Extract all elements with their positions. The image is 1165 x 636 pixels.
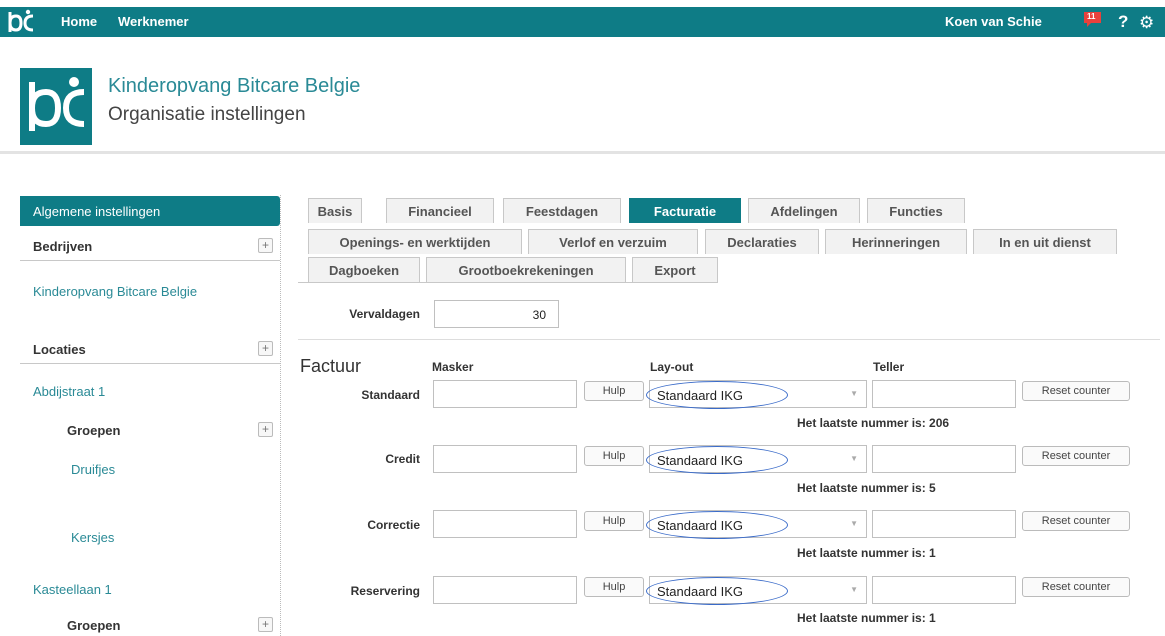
- notification-icon[interactable]: 11: [1083, 11, 1102, 29]
- row-label-standaard: Standaard: [361, 388, 420, 402]
- reset-counter-button[interactable]: Reset counter: [1022, 577, 1130, 597]
- sidebar-item-algemene-instellingen[interactable]: Algemene instellingen: [20, 196, 280, 226]
- tab-dagboeken[interactable]: Dagboeken: [308, 257, 420, 282]
- add-groep-button[interactable]: +: [258, 422, 273, 437]
- last-number-info-credit: Het laatste nummer is: 5: [797, 481, 936, 495]
- sidebar-item-druifjes[interactable]: Druifjes: [71, 462, 115, 477]
- sidebar-item-company[interactable]: Kinderopvang Bitcare Belgie: [33, 284, 197, 299]
- sidebar-divider: [280, 195, 281, 636]
- page-title: Organisatie instellingen: [108, 104, 306, 125]
- gear-icon[interactable]: ⚙: [1139, 13, 1154, 33]
- user-name-link[interactable]: Koen van Schie: [945, 14, 1042, 29]
- tab-afdelingen[interactable]: Afdelingen: [748, 198, 860, 223]
- header-divider: [0, 151, 1165, 154]
- chevron-down-icon: ▼: [850, 389, 858, 398]
- reset-counter-button[interactable]: Reset counter: [1022, 511, 1130, 531]
- add-groep-button[interactable]: +: [258, 617, 273, 632]
- sidebar-item-kersjes[interactable]: Kersjes: [71, 530, 114, 545]
- masker-input-credit[interactable]: [433, 445, 577, 473]
- teller-input-credit[interactable]: [872, 445, 1016, 473]
- tab-divider: [298, 282, 718, 283]
- row-label-reservering: Reservering: [350, 584, 420, 598]
- tab-export[interactable]: Export: [632, 257, 718, 282]
- top-navigation-bar: Home Werknemer Koen van Schie 11 ? ⚙: [0, 7, 1165, 37]
- tab-feestdagen[interactable]: Feestdagen: [503, 198, 621, 223]
- sidebar-section-locaties: Locaties: [20, 334, 280, 364]
- row-label-credit: Credit: [385, 452, 420, 466]
- hulp-button[interactable]: Hulp: [584, 577, 644, 597]
- column-header-teller: Teller: [873, 360, 905, 374]
- reset-counter-button[interactable]: Reset counter: [1022, 446, 1130, 466]
- chevron-down-icon: ▼: [850, 585, 858, 594]
- last-number-info-correctie: Het laatste nummer is: 1: [797, 546, 936, 560]
- help-icon[interactable]: ?: [1118, 12, 1128, 32]
- chevron-down-icon: ▼: [850, 519, 858, 528]
- column-header-layout: Lay-out: [650, 360, 694, 374]
- factuur-section-title: Factuur: [300, 356, 362, 376]
- reset-counter-button[interactable]: Reset counter: [1022, 381, 1130, 401]
- tab-basis[interactable]: Basis: [308, 198, 362, 223]
- tab-grootboekrekeningen[interactable]: Grootboekrekeningen: [426, 257, 626, 282]
- masker-input-reservering[interactable]: [433, 576, 577, 604]
- tab-openings-en-werktijden[interactable]: Openings- en werktijden: [308, 229, 522, 254]
- organisation-logo: [20, 68, 92, 145]
- masker-input-correctie[interactable]: [433, 510, 577, 538]
- sidebar-section-bedrijven: Bedrijven: [20, 231, 280, 261]
- layout-select-standaard[interactable]: Standaard IKG ▼: [646, 380, 867, 409]
- organisation-name: Kinderopvang Bitcare Belgie: [108, 75, 361, 97]
- bitcare-logo-icon[interactable]: [6, 9, 36, 35]
- tab-declaraties[interactable]: Declaraties: [705, 229, 819, 254]
- section-divider: [298, 339, 1160, 340]
- tab-herinneringen[interactable]: Herinneringen: [825, 229, 967, 254]
- tab-verlof-en-verzuim[interactable]: Verlof en verzuim: [528, 229, 698, 254]
- teller-input-standaard[interactable]: [872, 380, 1016, 408]
- highlight-oval: [646, 446, 788, 474]
- hulp-button[interactable]: Hulp: [584, 511, 644, 531]
- add-bedrijf-button[interactable]: +: [258, 238, 273, 253]
- masker-input-standaard[interactable]: [433, 380, 577, 408]
- hulp-button[interactable]: Hulp: [584, 381, 644, 401]
- chevron-down-icon: ▼: [850, 454, 858, 463]
- tab-in-en-uit-dienst[interactable]: In en uit dienst: [973, 229, 1117, 254]
- layout-select-credit[interactable]: Standaard IKG ▼: [646, 445, 867, 474]
- layout-select-reservering[interactable]: Standaard IKG ▼: [646, 576, 867, 605]
- tab-facturatie[interactable]: Facturatie: [629, 198, 741, 223]
- highlight-oval: [646, 511, 788, 539]
- sidebar-section-groepen: Groepen: [67, 423, 121, 438]
- sidebar-item-kasteellaan[interactable]: Kasteellaan 1: [33, 582, 112, 597]
- sidebar-item-abdijstraat[interactable]: Abdijstraat 1: [33, 384, 105, 399]
- notification-count: 11: [1087, 12, 1096, 21]
- tab-financieel[interactable]: Financieel: [386, 198, 494, 223]
- layout-select-correctie[interactable]: Standaard IKG ▼: [646, 510, 867, 539]
- teller-input-reservering[interactable]: [872, 576, 1016, 604]
- column-header-masker: Masker: [432, 360, 474, 374]
- vervaldagen-input[interactable]: 30: [434, 300, 559, 328]
- teller-input-correctie[interactable]: [872, 510, 1016, 538]
- hulp-button[interactable]: Hulp: [584, 446, 644, 466]
- sidebar-section-groepen: Groepen: [67, 618, 121, 633]
- vervaldagen-label: Vervaldagen: [349, 307, 420, 321]
- add-locatie-button[interactable]: +: [258, 341, 273, 356]
- highlight-oval: [646, 381, 788, 409]
- nav-werknemer-link[interactable]: Werknemer: [118, 14, 189, 29]
- last-number-info-standaard: Het laatste nummer is: 206: [797, 416, 950, 430]
- row-label-correctie: Correctie: [367, 518, 420, 532]
- nav-home-link[interactable]: Home: [61, 14, 97, 29]
- last-number-info-reservering: Het laatste nummer is: 1: [797, 611, 936, 625]
- tab-functies[interactable]: Functies: [867, 198, 965, 223]
- highlight-oval: [646, 577, 788, 605]
